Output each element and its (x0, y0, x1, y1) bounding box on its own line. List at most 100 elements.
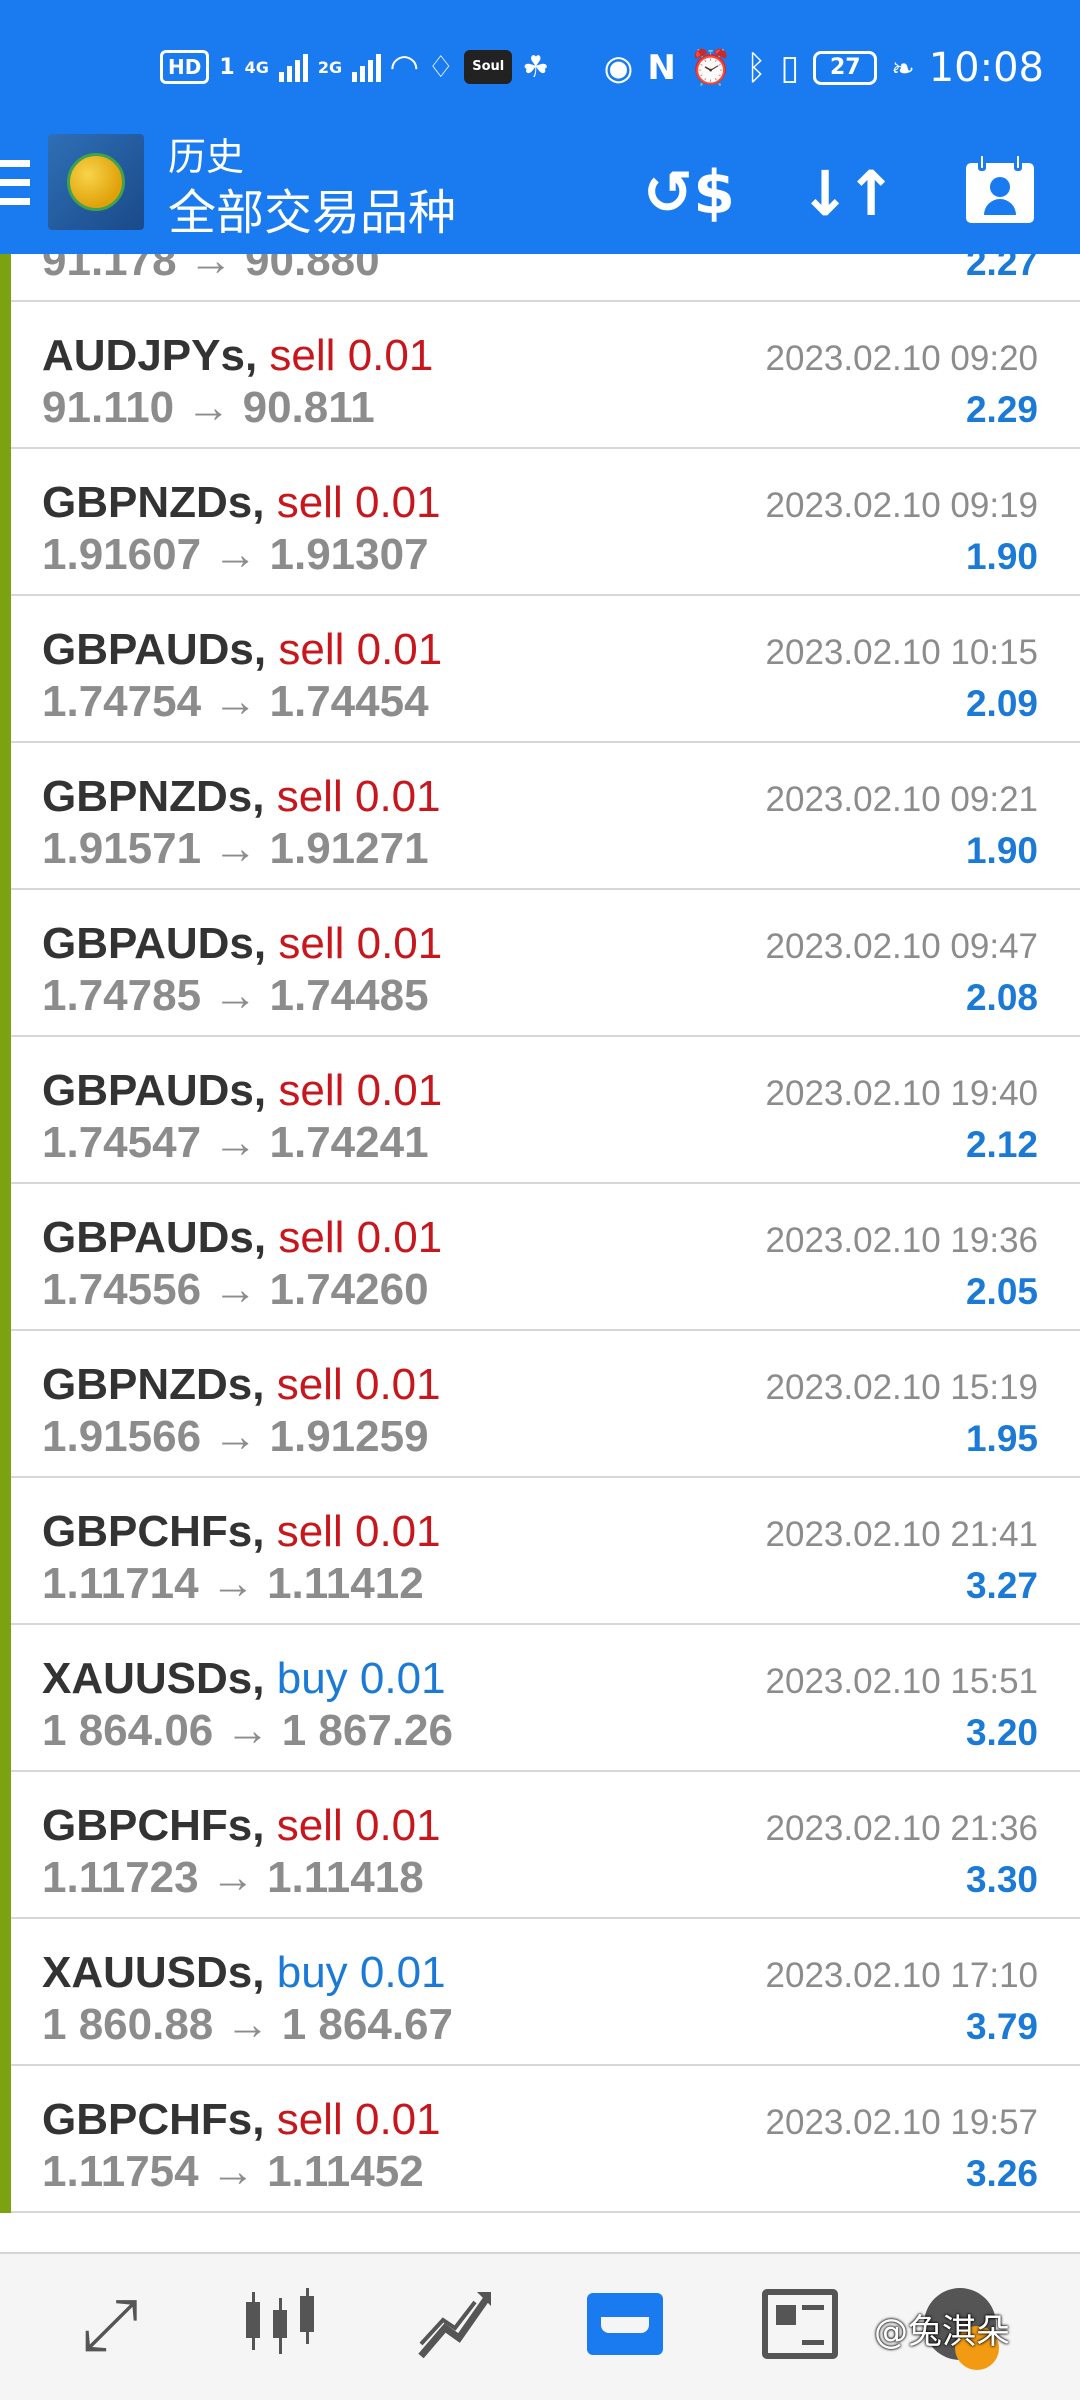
trade-separator: , (253, 919, 279, 968)
trade-time: 2023.02.10 21:36 (765, 1809, 1038, 1848)
trade-row[interactable]: GBPCHFs, sell 0.01 1.11714 → 1.11412 2023.… (0, 1478, 1080, 1625)
trade-profit: 1.95 (965, 1418, 1038, 1459)
trade-volume-gap (343, 1360, 355, 1409)
trade-separator: , (253, 625, 279, 674)
trade-separator: , (252, 1360, 277, 1409)
trade-separator: , (252, 1801, 277, 1850)
trade-separator: , (252, 478, 277, 527)
signal-icon (278, 52, 308, 82)
arrows-diagonal-icon: ⤢ (81, 2282, 139, 2366)
trade-time: 2023.02.10 19:36 (765, 1221, 1038, 1260)
trade-row[interactable]: GBPAUDs, sell 0.01 1.74754 → 1.74454 2023.… (0, 596, 1080, 743)
trade-volume: 0.01 (354, 1360, 441, 1409)
trade-prices: 1 864.06 → 1 867.26 (42, 1706, 453, 1755)
trade-title: GBPNZDs, sell 0.01 (42, 1357, 441, 1413)
trade-time: 2023.02.10 09:20 (765, 339, 1038, 378)
trade-history-list[interactable]: AUDJPYs, sell 0.01 91.178 → 90.880 2023.02… (0, 254, 1080, 2252)
trade-symbol: XAUUSDs (42, 1948, 253, 1997)
nav-news[interactable] (745, 2274, 855, 2374)
trade-volume-gap (343, 478, 355, 527)
trade-volume-gap (348, 1948, 360, 1997)
trend-line-icon (418, 2292, 491, 2359)
trade-profit: 2.09 (965, 683, 1038, 724)
trade-time: 2023.02.10 19:40 (765, 1074, 1038, 1113)
nav-history[interactable] (570, 2274, 680, 2374)
trade-type: sell (276, 1801, 343, 1850)
trade-profit: 2.27 (965, 254, 1038, 283)
trade-type: buy (276, 1654, 348, 1703)
status-clock: 10:08 (928, 45, 1044, 91)
trade-title: GBPNZDs, sell 0.01 (42, 769, 441, 825)
trade-volume-gap (343, 1801, 355, 1850)
vibrate-icon: ▯ (780, 48, 800, 88)
nav-trade[interactable] (400, 2274, 510, 2374)
trade-separator: , (252, 1948, 277, 1997)
trade-volume-gap (344, 1066, 356, 1115)
newspaper-icon (762, 2289, 838, 2359)
trade-time: 2023.02.10 10:15 (765, 633, 1038, 672)
trade-row[interactable]: GBPAUDs, sell 0.01 1.74785 → 1.74485 2023.… (0, 890, 1080, 1037)
trade-profit: 2.05 (965, 1271, 1038, 1312)
trade-row[interactable]: GBPNZDs, sell 0.01 1.91571 → 1.91271 2023.… (0, 743, 1080, 890)
data-saver-icon: ♢ (427, 49, 455, 85)
trade-row[interactable]: GBPNZDs, sell 0.01 1.91607 → 1.91307 2023.… (0, 449, 1080, 596)
trade-time: 2023.02.10 15:19 (765, 1368, 1038, 1407)
menu-icon[interactable] (0, 160, 30, 220)
sort-icon[interactable]: ↓↑ (799, 148, 897, 238)
page-title[interactable]: 全部交易品种 (168, 182, 456, 244)
trade-symbol: GBPCHFs (42, 1507, 253, 1556)
trade-separator: , (253, 1066, 279, 1115)
trade-row[interactable]: GBPCHFs, sell 0.01 1.11723 → 1.11418 2023.… (0, 1772, 1080, 1919)
trade-row[interactable]: XAUUSDs, buy 0.01 1 864.06 → 1 867.26 2023… (0, 1625, 1080, 1772)
app-bar: 历史 全部交易品种 ↺$ ↓↑ (0, 132, 1080, 254)
status-left-icons: HD 1 4G 2G ◠ ♢ Soul ☘ (160, 42, 549, 92)
trade-volume: 0.01 (359, 1948, 446, 1997)
trade-volume: 0.01 (356, 919, 443, 968)
network-type-2: 2G (317, 57, 343, 77)
battery-icon: 27 (813, 51, 878, 85)
trade-type: sell (269, 331, 336, 380)
trade-time: 2023.02.10 09:47 (765, 927, 1038, 966)
trade-title: GBPCHFs, sell 0.01 (42, 1798, 441, 1854)
trade-profit: 1.90 (965, 536, 1038, 577)
trade-row[interactable]: GBPCHFs, sell 0.01 1.11754 → 1.11452 2023.… (0, 2066, 1080, 2213)
trade-volume: 0.01 (354, 478, 441, 527)
trade-history-scroll: AUDJPYs, sell 0.01 91.178 → 90.880 2023.02… (0, 254, 1080, 2213)
trade-row[interactable]: GBPAUDs, sell 0.01 1.74556 → 1.74260 2023.… (0, 1184, 1080, 1331)
trade-profit: 2.08 (965, 977, 1038, 1018)
trade-prices: 1.74785 → 1.74485 (42, 971, 429, 1020)
trade-row[interactable]: AUDJPYs, sell 0.01 91.110 → 90.811 2023.02… (0, 302, 1080, 449)
trade-time: 2023.02.10 15:51 (765, 1662, 1038, 1701)
trade-prices: 1.11723 → 1.11418 (42, 1853, 424, 1902)
nav-chart[interactable] (225, 2274, 335, 2374)
trade-prices: 1.74547 → 1.74241 (42, 1118, 429, 1167)
trade-symbol: GBPAUDs (42, 1066, 254, 1115)
candlestick-icon (246, 2288, 314, 2354)
trade-row[interactable]: AUDJPYs, sell 0.0191.178 → 90.8802023.02… (0, 254, 1080, 302)
trade-title: GBPCHFs, sell 0.01 (42, 1504, 441, 1560)
contact-card-icon[interactable] (955, 148, 1045, 238)
trade-separator: , (253, 1213, 279, 1262)
trade-time: 2023.02.10 21:41 (765, 1515, 1038, 1554)
trade-profit: 3.30 (965, 1859, 1038, 1900)
charging-leaf-icon: ❧ (891, 51, 915, 85)
page-subtitle: 历史 (168, 135, 245, 179)
trade-row[interactable]: GBPNZDs, sell 0.01 1.91566 → 1.91259 2023.… (0, 1331, 1080, 1478)
trade-row[interactable]: GBPAUDs, sell 0.01 1.74547 → 1.74241 2023.… (0, 1037, 1080, 1184)
trade-title: GBPCHFs, sell 0.01 (42, 2092, 441, 2148)
trade-type: buy (276, 1948, 348, 1997)
nav-quotes[interactable]: ⤢ (55, 2274, 165, 2374)
trade-title: XAUUSDs, buy 0.01 (42, 1945, 446, 2001)
bluetooth-icon: ᛒ (746, 48, 767, 88)
trade-volume-gap (344, 919, 356, 968)
currency-exchange-icon[interactable]: ↺$ (643, 148, 735, 238)
trade-symbol: GBPCHFs (42, 1801, 253, 1850)
hd-badge: HD (160, 50, 210, 84)
trade-volume-gap (343, 1507, 355, 1556)
status-bar: HD 1 4G 2G ◠ ♢ Soul ☘ ◉ N ⏰ ᛒ ▯ 27 ❧ 10:… (0, 0, 1080, 132)
trade-profit: 1.90 (965, 830, 1038, 871)
wifi-icon: ◠ (391, 47, 418, 87)
trade-row[interactable]: XAUUSDs, buy 0.01 1 860.88 → 1 864.67 2023… (0, 1919, 1080, 2066)
trade-volume: 0.01 (354, 2095, 441, 2144)
trade-symbol: GBPAUDs (42, 625, 254, 674)
